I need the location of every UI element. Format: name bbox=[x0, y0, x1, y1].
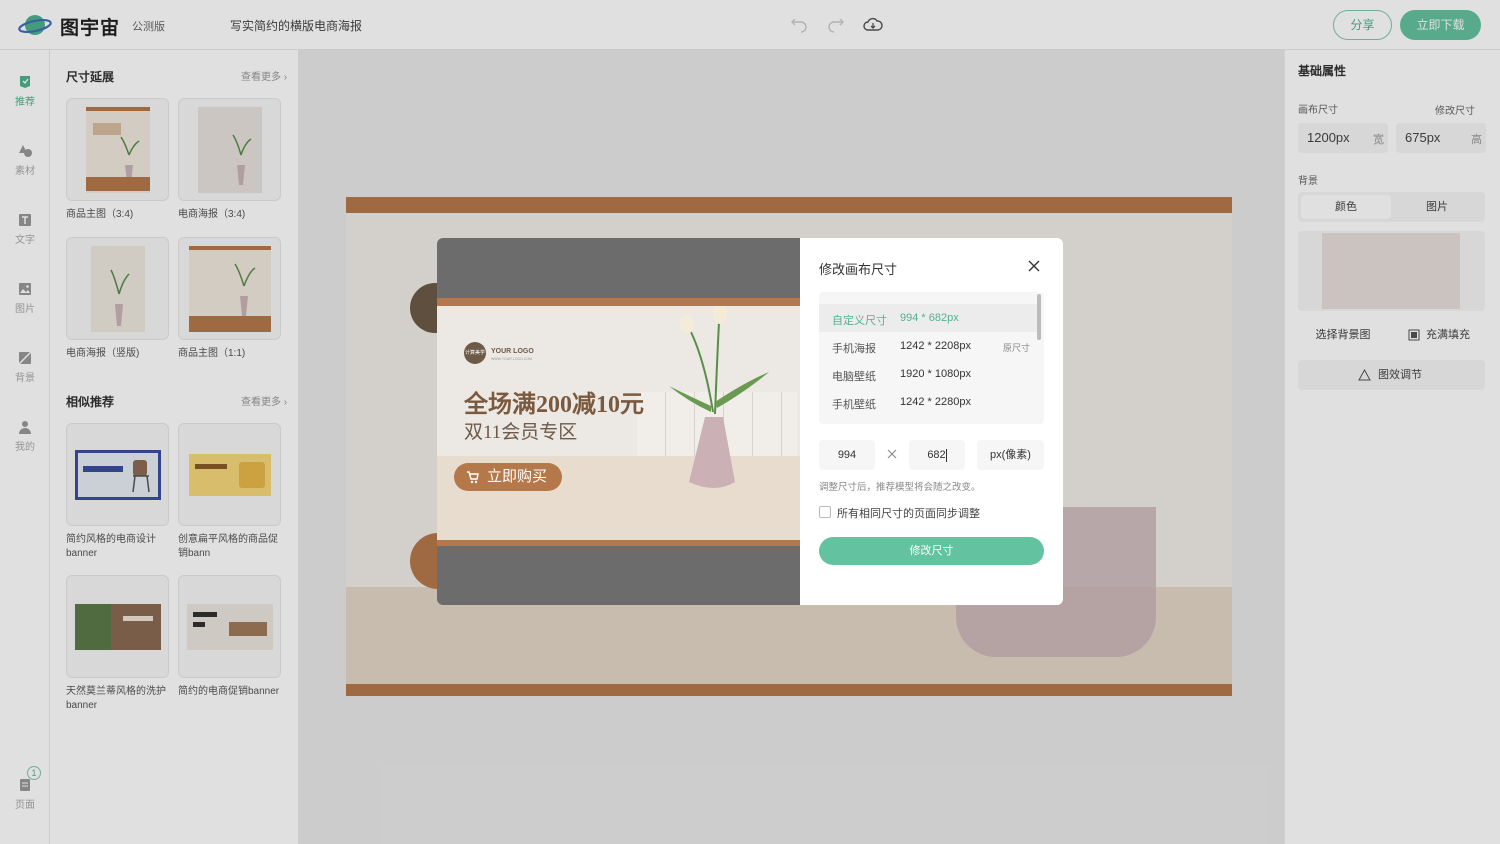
resize-canvas-modal: 修改画布尺寸 自定义尺寸 994 * 682px 手机海报 1242 * 220… bbox=[800, 238, 1063, 605]
preview-poster: 计算美学 YOUR LOGO WWW.YOUR.LOGO.COM 全场满200减… bbox=[437, 306, 800, 540]
preview-logo-text: YOUR LOGO bbox=[491, 348, 534, 355]
preview-subline: 双11会员专区 bbox=[464, 422, 578, 443]
height-input[interactable]: 682 bbox=[909, 440, 965, 470]
original-size-tag: 原尺寸 bbox=[1003, 343, 1031, 353]
sync-pages-label[interactable]: 所有相同尺寸的页面同步调整 bbox=[837, 505, 980, 521]
preview-logo-badge: 计算美学 bbox=[464, 342, 486, 364]
preview-cta-button: 立即购买 bbox=[454, 463, 562, 491]
size-option[interactable]: 手机壁纸 1242 * 2280px bbox=[819, 388, 1037, 416]
sync-pages-checkbox[interactable] bbox=[819, 506, 831, 518]
preview-headline: 全场满200减10元 bbox=[464, 392, 644, 418]
unit-select[interactable]: px(像素) bbox=[977, 440, 1044, 470]
multiply-icon bbox=[887, 449, 897, 459]
tulip-vase-illustration bbox=[669, 306, 769, 488]
modal-title: 修改画布尺寸 bbox=[819, 262, 898, 277]
size-option[interactable]: 自定义尺寸 994 * 682px bbox=[819, 304, 1037, 332]
resize-hint: 调整尺寸后，推荐模型将会随之改变。 bbox=[819, 482, 981, 493]
size-option[interactable]: 手机海报 1242 * 2208px 原尺寸 bbox=[819, 332, 1037, 360]
resize-preview: 计算美学 YOUR LOGO WWW.YOUR.LOGO.COM 全场满200减… bbox=[437, 238, 800, 605]
preview-logo-sub: WWW.YOUR.LOGO.COM bbox=[491, 357, 533, 361]
size-option[interactable]: 电脑壁纸 1920 * 1080px bbox=[819, 360, 1037, 388]
close-icon[interactable] bbox=[1026, 258, 1042, 274]
cart-icon bbox=[467, 471, 479, 484]
width-input[interactable]: 994 bbox=[819, 440, 875, 470]
size-list-scrollbar[interactable] bbox=[1037, 294, 1041, 340]
size-preset-list[interactable]: 自定义尺寸 994 * 682px 手机海报 1242 * 2208px 原尺寸… bbox=[819, 292, 1044, 424]
apply-resize-button[interactable]: 修改尺寸 bbox=[819, 537, 1044, 565]
